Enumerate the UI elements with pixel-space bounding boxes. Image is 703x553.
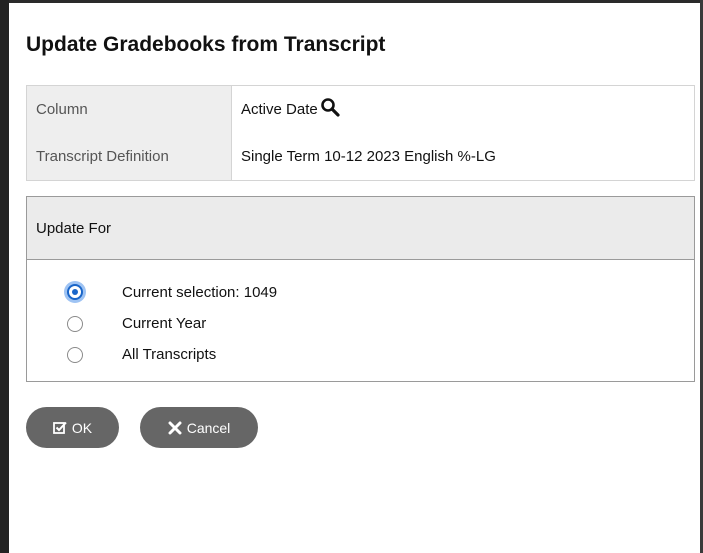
radio-current-selection[interactable] <box>67 284 83 300</box>
option-label: Current selection: 1049 <box>122 284 278 301</box>
window-left-border <box>0 0 9 553</box>
radio-current-year[interactable] <box>67 316 83 332</box>
option-all-transcripts[interactable]: All Transcripts <box>27 343 694 369</box>
update-for-heading: Update For <box>36 220 112 237</box>
option-current-year[interactable]: Current Year <box>27 312 694 338</box>
search-icon[interactable] <box>320 97 340 117</box>
option-label: All Transcripts <box>122 346 217 363</box>
option-current-selection[interactable]: Current selection: 1049 <box>27 280 694 306</box>
ok-button[interactable]: OK <box>26 407 119 448</box>
info-table: Column Active Date Transcript Definition… <box>26 85 695 181</box>
checkbox-icon <box>52 421 67 435</box>
radio-all-transcripts[interactable] <box>67 347 83 363</box>
cancel-button[interactable]: Cancel <box>140 407 258 448</box>
dialog-title: Update Gradebooks from Transcript <box>26 33 386 56</box>
info-row-transcript-definition: Transcript Definition Single Term 10-12 … <box>27 133 694 180</box>
column-value-wrap: Active Date <box>241 97 340 118</box>
close-icon <box>168 421 182 435</box>
cancel-label: Cancel <box>186 419 231 436</box>
transcript-definition-label: Transcript Definition <box>36 148 169 165</box>
info-row-column: Column Active Date <box>27 86 694 133</box>
column-label: Column <box>36 101 88 118</box>
update-for-panel: Update For Current selection: 1049 Curre… <box>26 196 695 382</box>
update-for-header: Update For <box>27 197 694 260</box>
ok-label: OK <box>71 419 93 436</box>
transcript-definition-value: Single Term 10-12 2023 English %-LG <box>241 148 496 165</box>
update-gradebooks-dialog: Update Gradebooks from Transcript Column… <box>9 3 700 553</box>
column-value: Active Date <box>241 101 318 118</box>
option-label: Current Year <box>122 315 207 332</box>
